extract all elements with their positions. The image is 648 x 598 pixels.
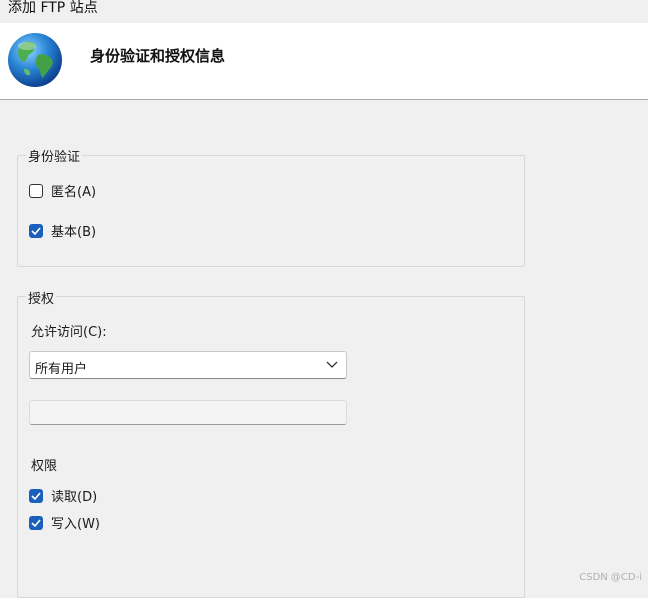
anonymous-checkbox[interactable] [29,183,43,198]
write-checkbox-row[interactable]: 写入(W) [29,513,100,532]
basic-checkbox-row[interactable]: 基本(B) [29,221,96,240]
basic-label: 基本(B) [51,225,97,240]
anonymous-label: 匿名(A) [51,185,97,200]
authorization-legend: 授权 [26,288,57,307]
basic-checkbox[interactable] [29,223,43,238]
allow-access-dropdown[interactable]: 所有用户 [29,351,347,379]
read-label: 读取(D) [51,490,98,505]
anonymous-checkbox-row[interactable]: 匿名(A) [29,181,96,200]
user-input-field[interactable] [29,400,347,425]
page-header: 身份验证和授权信息 [0,23,648,100]
authorization-group [17,296,525,598]
watermark: CSDN @CD-i [579,572,642,583]
write-label: 写入(W) [51,517,100,532]
checkmark-icon [31,491,41,500]
page-title: 身份验证和授权信息 [90,47,226,65]
authentication-group [17,155,525,267]
allow-access-value: 所有用户 [35,362,88,377]
globe-icon [8,33,62,87]
write-checkbox[interactable] [29,515,43,530]
checkmark-icon [31,518,41,527]
read-checkbox[interactable] [29,488,43,503]
authentication-legend: 身份验证 [26,146,83,165]
chevron-down-icon [326,361,338,368]
window-title: 添加 FTP 站点 [8,0,98,16]
checkmark-icon [31,226,41,235]
read-checkbox-row[interactable]: 读取(D) [29,486,97,505]
permissions-label: 权限 [31,459,58,474]
allow-access-label: 允许访问(C): [31,325,107,340]
